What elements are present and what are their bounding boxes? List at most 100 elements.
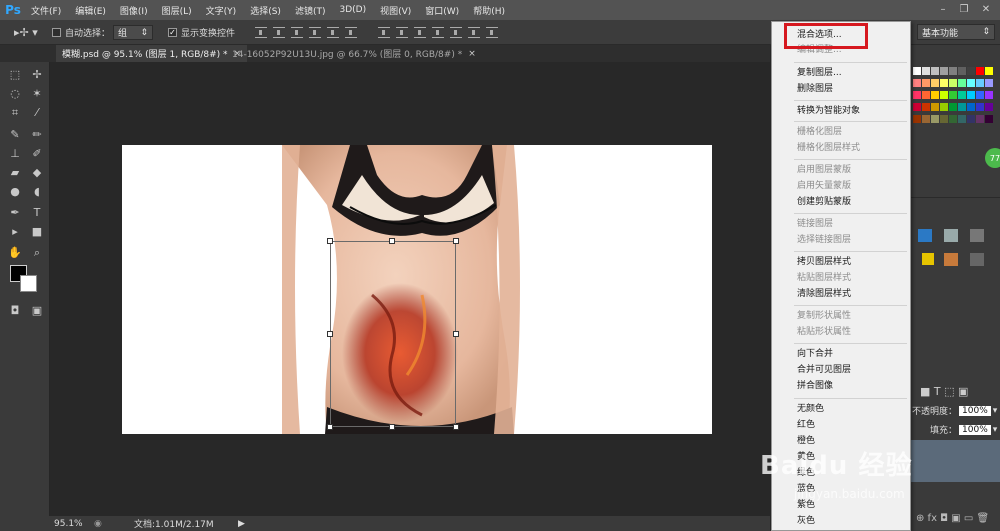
align-vcenter-icon[interactable]	[273, 27, 285, 38]
color-swatch[interactable]	[922, 103, 930, 111]
lasso-tool-icon[interactable]: ◌	[6, 85, 24, 102]
blur-tool-icon[interactable]: ●	[6, 183, 24, 200]
adjustment-levels-icon[interactable]	[944, 229, 958, 242]
fill-field[interactable]: 100%	[959, 424, 991, 435]
history-brush-icon[interactable]: ✐	[28, 145, 46, 162]
menu-layer[interactable]: 图层(L)	[155, 4, 199, 17]
tab-document-2[interactable]: 14-16052P92U13U.jpg @ 66.7% (图层 0, RGB/8…	[226, 45, 482, 62]
menu-view[interactable]: 视图(V)	[373, 4, 418, 17]
color-swatch[interactable]	[949, 91, 957, 99]
shape-tool-icon[interactable]: ■	[28, 223, 46, 240]
color-swatch[interactable]	[985, 67, 993, 75]
zoom-level[interactable]: 95.1%	[54, 519, 94, 529]
color-swatch[interactable]	[949, 115, 957, 123]
close-tab-icon[interactable]: ×	[468, 49, 476, 59]
share-icon[interactable]: ◉	[94, 519, 114, 529]
hand-tool-icon[interactable]: ✋	[6, 244, 24, 261]
menu-window[interactable]: 窗口(W)	[418, 4, 466, 17]
color-swatch[interactable]	[913, 79, 921, 87]
menu-item-merge-visible[interactable]: 合并可见图层	[797, 364, 851, 376]
transform-handle[interactable]	[389, 238, 395, 244]
menu-item-convert-to-smart-object[interactable]: 转换为智能对象	[797, 105, 860, 117]
menu-item-create-clipping-mask[interactable]: 创建剪贴蒙版	[797, 196, 851, 208]
show-transform-checkbox[interactable]: ✓	[168, 28, 177, 37]
menu-help[interactable]: 帮助(H)	[466, 4, 512, 17]
transform-handle[interactable]	[327, 331, 333, 337]
zoom-tool-icon[interactable]: ⌕	[28, 244, 46, 261]
tab-document-1[interactable]: 模糊.psd @ 95.1% (图层 1, RGB/8#) * ×	[56, 45, 248, 62]
distribute-right-icon[interactable]	[468, 27, 480, 38]
dropdown-arrow-icon[interactable]: ▾	[993, 406, 998, 416]
color-swatch[interactable]	[931, 91, 939, 99]
distribute-top-icon[interactable]	[378, 27, 390, 38]
color-swatch[interactable]	[967, 103, 975, 111]
menu-item-flatten-image[interactable]: 拼合图像	[797, 380, 833, 392]
color-swatch[interactable]	[976, 115, 984, 123]
color-swatch[interactable]	[922, 67, 930, 75]
color-swatch[interactable]	[922, 79, 930, 87]
quick-mask-icon[interactable]: ◘	[6, 302, 24, 319]
menu-type[interactable]: 文字(Y)	[199, 4, 244, 17]
adjustment-mixer-icon[interactable]	[970, 253, 984, 266]
adjustment-bw-icon[interactable]	[922, 253, 934, 265]
paint-bucket-icon[interactable]: ◆	[28, 164, 46, 181]
color-swatch[interactable]	[931, 79, 939, 87]
color-swatch[interactable]	[985, 91, 993, 99]
distribute-vcenter-icon[interactable]	[396, 27, 408, 38]
move-tool-icon[interactable]: ✢	[28, 66, 46, 83]
menu-item-color-red[interactable]: 红色	[797, 419, 815, 431]
menu-edit[interactable]: 编辑(E)	[68, 4, 113, 17]
dropdown-arrow-icon[interactable]: ▾	[993, 425, 998, 435]
color-swatch[interactable]	[967, 79, 975, 87]
opacity-field[interactable]: 100%	[959, 405, 991, 416]
transform-handle[interactable]	[389, 424, 395, 430]
brush-tool-icon[interactable]: ✏	[28, 126, 46, 143]
layer-filter-icons[interactable]: ■ T ⬚ ▣	[920, 385, 968, 398]
color-swatch[interactable]	[931, 115, 939, 123]
align-hcenter-icon[interactable]	[327, 27, 339, 38]
color-swatch[interactable]	[976, 79, 984, 87]
color-swatch[interactable]	[931, 103, 939, 111]
menu-item-duplicate-layer[interactable]: 复制图层...	[797, 67, 842, 79]
close-window-icon[interactable]: ✕	[978, 3, 994, 16]
menu-filter[interactable]: 滤镜(T)	[288, 4, 333, 17]
menu-item-color-none[interactable]: 无颜色	[797, 403, 824, 415]
color-swatch[interactable]	[913, 91, 921, 99]
color-swatch[interactable]	[967, 115, 975, 123]
distribute-hcenter-icon[interactable]	[450, 27, 462, 38]
color-swatch[interactable]	[922, 91, 930, 99]
color-swatch[interactable]	[985, 103, 993, 111]
transform-handle[interactable]	[453, 331, 459, 337]
auto-select-dropdown[interactable]: 组 ⇕	[113, 25, 153, 40]
eyedropper-icon[interactable]: ⁄	[28, 104, 46, 121]
color-swatch[interactable]	[976, 91, 984, 99]
workspace-dropdown[interactable]: 基本功能 ⇕	[917, 24, 995, 40]
color-swatch[interactable]	[967, 91, 975, 99]
marquee-tool-icon[interactable]: ⬚	[6, 66, 24, 83]
align-top-icon[interactable]	[255, 27, 267, 38]
color-swatch[interactable]	[940, 91, 948, 99]
menu-item-color-gray[interactable]: 灰色	[797, 515, 815, 527]
color-swatch[interactable]	[913, 67, 921, 75]
transform-handle[interactable]	[327, 238, 333, 244]
color-swatch[interactable]	[949, 67, 957, 75]
color-swatch[interactable]	[913, 115, 921, 123]
selected-layer-row[interactable]	[910, 440, 1000, 482]
crop-tool-icon[interactable]: ⌗	[6, 104, 24, 121]
layer-bottom-icons[interactable]: ⊕ fx ◘ ▣ ▭ 🗑	[916, 513, 989, 524]
menu-item-delete-layer[interactable]: 删除图层	[797, 83, 833, 95]
move-tool-preset-icon[interactable]: ▸✢ ▾	[14, 20, 38, 45]
color-swatch[interactable]	[976, 67, 984, 75]
path-selection-icon[interactable]: ▸	[6, 223, 24, 240]
align-bottom-icon[interactable]	[291, 27, 303, 38]
color-swatch[interactable]	[958, 103, 966, 111]
adjustment-photo-filter-icon[interactable]	[944, 253, 958, 266]
menu-item-copy-layer-style[interactable]: 拷贝图层样式	[797, 256, 851, 268]
color-swatch[interactable]	[913, 103, 921, 111]
distribute-bottom-icon[interactable]	[414, 27, 426, 38]
pen-tool-icon[interactable]: ✒	[6, 204, 24, 221]
color-swatch[interactable]	[985, 79, 993, 87]
color-swatch[interactable]	[931, 67, 939, 75]
auto-select-checkbox-group[interactable]: 自动选择：	[52, 20, 110, 45]
color-swatch[interactable]	[949, 103, 957, 111]
